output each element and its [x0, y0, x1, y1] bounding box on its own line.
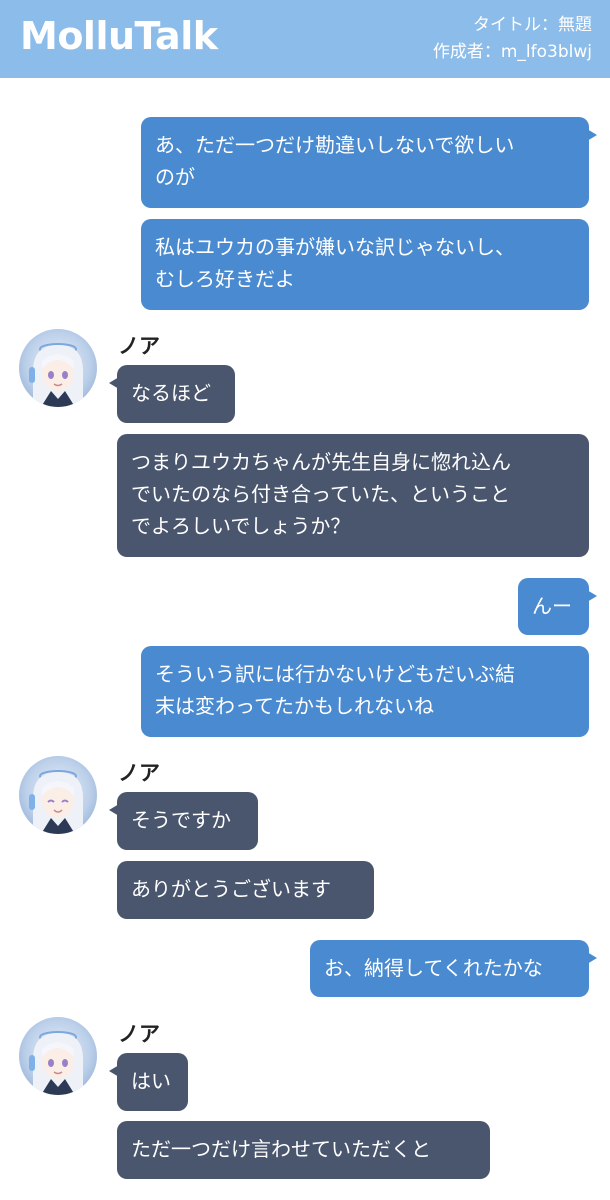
message-line: でよろしいでしょうか？ — [131, 514, 351, 538]
message-line: はい — [131, 1069, 171, 1093]
author-line: 作成者：m_lfo3blwj — [432, 42, 592, 62]
message-bubble-me: あ、ただ一つだけ勘違いしないで欲しい のが — [141, 117, 597, 208]
title-line: タイトル：無題 — [473, 15, 592, 35]
message-line: ありがとうございます — [131, 877, 331, 901]
message-line: むしろ好きだよ — [155, 267, 295, 291]
avatar[interactable] — [19, 1017, 97, 1095]
app-header: MolluTalk タイトル：無題 作成者：m_lfo3blwj — [0, 0, 610, 78]
message-bubble-me: んー — [518, 578, 597, 635]
message-bubble-them: つまりユウカちゃんが先生自身に惚れ込ん でいたのなら付き合っていた、ということ … — [117, 434, 589, 557]
app-logo: MolluTalk — [20, 14, 218, 58]
message-line: なるほど — [131, 381, 211, 405]
message-line: ただ一つだけ言わせていただくと — [131, 1137, 431, 1161]
message-line: 末は変わってたかもしれないね — [155, 694, 434, 718]
character-avatar-icon — [29, 343, 83, 407]
message-line: んー — [532, 594, 572, 618]
avatar[interactable] — [19, 329, 97, 407]
sender-name: ノア — [118, 1022, 160, 1046]
message-line: お、納得してくれたかな — [324, 956, 543, 980]
message-bubble-them: そうですか — [109, 792, 258, 850]
message-bubble-them: ただ一つだけ言わせていただくと — [117, 1121, 490, 1179]
message-bubble-me: お、納得してくれたかな — [310, 940, 597, 997]
message-bubble-them: はい — [109, 1053, 188, 1111]
header-meta: タイトル：無題 作成者：m_lfo3blwj — [433, 12, 592, 66]
message-bubble-them: ありがとうございます — [117, 861, 374, 919]
character-avatar-icon — [29, 1031, 83, 1095]
message-line: でいたのなら付き合っていた、ということ — [131, 482, 510, 506]
sender-name: ノア — [118, 761, 160, 785]
message-line: あ、ただ一つだけ勘違いしないで欲しい — [155, 133, 515, 157]
message-line: 私はユウカの事が嫌いな訳じゃないし、 — [155, 235, 515, 259]
message-bubble-them: なるほど — [109, 365, 235, 423]
message-bubble-me: そういう訳には行かないけどもだいぶ結 末は変わってたかもしれないね — [141, 646, 589, 737]
message-line: そういう訳には行かないけどもだいぶ結 — [155, 662, 515, 686]
message-line: のが — [155, 165, 195, 189]
message-line: つまりユウカちゃんが先生自身に惚れ込ん — [131, 450, 511, 474]
sender-name: ノア — [118, 334, 160, 358]
message-line: そうですか — [131, 808, 231, 832]
character-avatar-icon — [29, 770, 83, 834]
message-bubble-me: 私はユウカの事が嫌いな訳じゃないし、 むしろ好きだよ — [141, 219, 589, 310]
avatar[interactable] — [19, 756, 97, 834]
